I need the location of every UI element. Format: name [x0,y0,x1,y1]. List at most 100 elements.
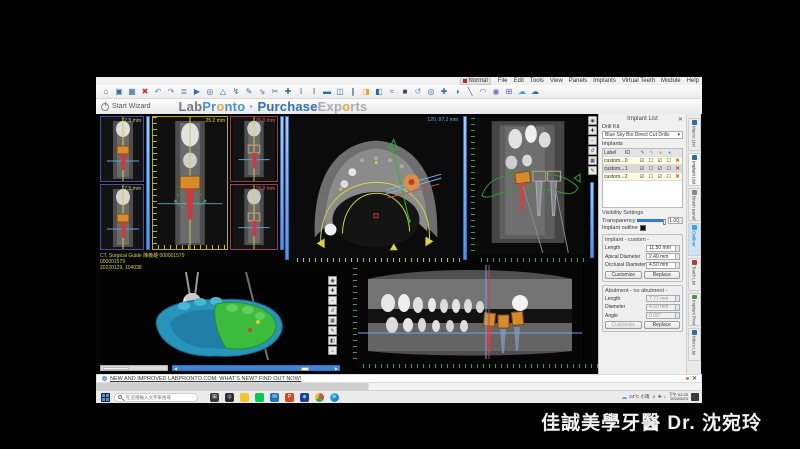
view-tool-button[interactable]: − [328,296,337,305]
model-3d-slider[interactable]: ◀▶ [172,365,340,371]
taskbar-clock[interactable]: 下午 02:25 2022/5/23 [669,393,688,402]
toolbar-icon[interactable]: ◧ [373,86,385,98]
implant-id-checkbox[interactable]: 1 [625,166,638,172]
menu-item[interactable]: Tools [527,78,547,84]
menu-item[interactable]: Edit [511,78,527,84]
lock-checkbox[interactable]: ☐ [664,174,673,180]
taskbar-app-icon[interactable]: ⊞ [210,393,219,402]
implant-row[interactable]: custom... 2 ☑ ☐ ☑ ☐ ✕ [603,173,682,181]
toolbar-icon[interactable]: ▬ [321,86,333,98]
toolbar-icon[interactable]: Ⅰ [308,86,320,98]
toolbar-icon[interactable]: ⌂ [100,86,112,98]
toolbar-icon[interactable]: ↶ [152,86,164,98]
taskbar-app-icon[interactable]: ◍ [225,393,234,402]
taskbar-app-icon[interactable]: P [285,393,294,402]
sleeve-checkbox[interactable]: ☑ [655,158,664,164]
tray-icon[interactable]: ∧ [653,394,656,400]
delete-implant-button[interactable]: ✕ [673,174,682,180]
toolbar-icon[interactable]: ☁ [516,86,528,98]
transparency-value[interactable]: 1.00 [668,217,683,224]
touch-keyboard-icon[interactable] [691,393,699,401]
menu-item[interactable]: File [495,78,511,84]
cross-section-view-3[interactable]: 76.0 mm [230,116,278,182]
toolbar-icon[interactable]: ∥ [347,86,359,98]
toolbar-icon[interactable]: ◫ [334,86,346,98]
cross-section-view-4[interactable]: 76.0 mm [230,184,278,250]
edit-checkbox[interactable]: ☐ [646,174,655,180]
view-tool-button[interactable]: ▦ [328,316,337,325]
taskbar-app-icon[interactable] [255,393,264,402]
workspace-selector[interactable]: Normal [460,78,491,85]
taskbar-app-icon[interactable]: ◆ [300,393,309,402]
close-icon[interactable]: ✕ [678,116,683,123]
implant-id-checkbox[interactable]: 2 [625,174,638,180]
implant-row[interactable]: custom... 1 ☑ ☐ ☑ ☐ ✕ [603,165,682,173]
toolbar-icon[interactable]: ✖ [139,86,151,98]
dock-tab[interactable]: Micro List [688,328,701,361]
drill-kit-dropdown[interactable]: Blue Sky Bio Direct Cut Drills▾ [602,131,683,139]
toolbar-icon[interactable]: ◎ [204,86,216,98]
customize-button[interactable]: Customize [605,271,642,279]
menu-item[interactable]: Implants [590,78,619,84]
cross-section-main-view[interactable]: 25.2 mm [152,116,228,250]
field-value[interactable]: 11.50 mm [646,245,680,252]
field-value[interactable]: 2.40 mm [646,253,680,260]
transparency-slider[interactable] [637,219,666,222]
implant-id-checkbox[interactable]: 0 [625,158,638,164]
delete-implant-button[interactable]: ✕ [673,166,682,172]
toolbar-icon[interactable]: △ [217,86,229,98]
start-button[interactable] [101,393,110,402]
taskbar-app-icon[interactable]: ✉ [270,393,279,402]
taskbar-app-icon[interactable]: ● [315,393,324,402]
model-3d-view[interactable]: ▲ ▼ ◄ ► ◉✚−↺▦✎◧⌂ [100,272,340,364]
menu-item[interactable]: Panels [566,78,590,84]
outline-color-swatch[interactable] [640,225,646,231]
visibility-checkbox[interactable]: ☑ [638,174,647,180]
close-icon[interactable]: ✕ [692,375,697,382]
tray-icon[interactable]: ✚ [658,394,662,400]
dock-tab[interactable]: Tooth List [688,258,701,291]
axial-scrollbar-right[interactable] [463,116,467,260]
taskbar-search[interactable] [114,393,198,402]
delete-implant-button[interactable]: ✕ [673,158,682,164]
view-tool-button[interactable]: ✎ [328,326,337,335]
edit-checkbox[interactable]: ☐ [646,158,655,164]
weather-widget[interactable]: ☁24°C 小雨 [621,394,649,401]
toolbar-icon[interactable]: ◨ [360,86,372,98]
view-tool-button[interactable]: ▦ [588,156,597,165]
toolbar-icon[interactable]: ✚ [438,86,450,98]
visibility-checkbox[interactable]: ☑ [638,166,647,172]
notification-link[interactable]: NEW AND IMPROVED LABPRONTO.COM: WHAT’S N… [110,376,301,382]
toolbar-icon[interactable]: ✚ [282,86,294,98]
lock-checkbox[interactable]: ☐ [664,158,673,164]
toolbar-icon[interactable]: ▦ [126,86,138,98]
view-tool-button[interactable]: ⌂ [328,346,337,355]
replace-button[interactable]: Replace [644,271,681,279]
visibility-checkbox[interactable]: ☑ [638,158,647,164]
dock-tab[interactable]: Outliner [688,223,701,256]
field-value[interactable]: 4.50 mm [646,262,680,269]
view-tool-button[interactable]: − [588,136,597,145]
edit-checkbox[interactable]: ☐ [646,166,655,172]
cross-group-scrollbar[interactable] [146,116,150,250]
toolbar-icon[interactable]: ■ [399,86,411,98]
menu-item[interactable]: Help [684,78,702,84]
taskbar-app-icon[interactable]: e [330,393,339,402]
model-3d-scrollbar[interactable] [100,365,168,371]
toolbar-icon[interactable]: ⊞ [503,86,515,98]
toolbar-icon[interactable]: ≈ [386,86,398,98]
view-tool-button[interactable]: ✚ [588,126,597,135]
toolbar-icon[interactable]: ◉ [490,86,502,98]
tray-icon[interactable]: ♪ [664,394,666,400]
dock-tab[interactable]: Brush panel [688,188,701,221]
toolbar-icon[interactable]: ↷ [165,86,177,98]
view-tool-button[interactable]: ◉ [328,276,337,285]
toolbar-icon[interactable]: ▣ [113,86,125,98]
dock-tab[interactable]: Implant List [688,153,701,186]
sleeve-checkbox[interactable]: ☑ [655,174,664,180]
view-tool-button[interactable]: ↺ [328,306,337,315]
sleeve-checkbox[interactable]: ☑ [655,166,664,172]
toolbar-icon[interactable]: ◠ [477,86,489,98]
view-tool-button[interactable]: ↺ [588,146,597,155]
toolbar-icon[interactable]: ✂ [269,86,281,98]
